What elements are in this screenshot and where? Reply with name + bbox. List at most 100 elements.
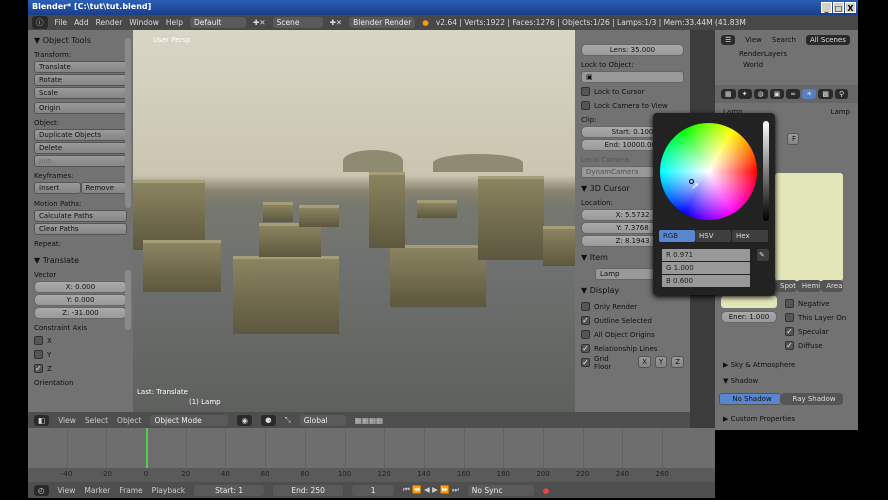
mode-select[interactable]: Object Mode bbox=[150, 414, 229, 426]
menu-marker[interactable]: Marker bbox=[84, 486, 110, 495]
menu-playback[interactable]: Playback bbox=[152, 486, 185, 495]
manipulator-icon[interactable]: ⤡ bbox=[285, 415, 291, 425]
negative-checkbox[interactable]: Negative bbox=[785, 298, 846, 309]
scrollbar[interactable] bbox=[125, 38, 131, 208]
join-button[interactable]: Join bbox=[34, 155, 127, 167]
grid-x-toggle[interactable]: X bbox=[638, 356, 651, 368]
menu-render[interactable]: Render bbox=[96, 18, 123, 27]
blue-field[interactable]: B 0.600 bbox=[662, 275, 750, 287]
panel-header-shadow[interactable]: ▼ Shadow bbox=[723, 377, 758, 385]
all-origins-checkbox[interactable]: All Object Origins bbox=[581, 329, 684, 340]
only-render-checkbox[interactable]: Only Render bbox=[581, 301, 684, 312]
translate-button[interactable]: Translate bbox=[34, 61, 127, 73]
world-tab-icon[interactable]: ◍ bbox=[753, 89, 768, 99]
insert-keyframe-button[interactable]: Insert bbox=[34, 182, 81, 194]
grid-floor-checkbox[interactable]: ✓ Grid Floor XYZ bbox=[581, 355, 684, 371]
outliner-editor-icon[interactable]: ☰ bbox=[721, 35, 736, 45]
editor-type-icon[interactable]: ◴ bbox=[34, 484, 49, 496]
hsv-mode-tab[interactable]: HSV bbox=[695, 230, 731, 242]
constraint-z-checkbox[interactable]: ✓ Z bbox=[34, 363, 127, 374]
record-icon[interactable]: ● bbox=[543, 486, 550, 495]
value-slider[interactable] bbox=[763, 121, 769, 221]
rgb-mode-tab[interactable]: RGB bbox=[659, 230, 695, 242]
start-frame-field[interactable]: Start: 1 bbox=[194, 484, 265, 496]
render-engine-select[interactable]: Blender Render bbox=[349, 17, 416, 28]
current-frame-field[interactable]: 1 bbox=[352, 484, 395, 496]
lamp-type-hemi[interactable]: Hemi bbox=[796, 280, 822, 292]
lamp-tab-icon[interactable]: ☀ bbox=[802, 89, 817, 99]
constraint-y-checkbox[interactable]: Y bbox=[34, 349, 127, 360]
constraint-tab-icon[interactable]: ∞ bbox=[786, 89, 801, 99]
outliner-view-menu[interactable]: View bbox=[745, 36, 762, 44]
orientation-select[interactable]: Global bbox=[299, 414, 346, 426]
layers-icon[interactable]: ▦▦▦▦ bbox=[355, 416, 383, 425]
remove-keyframe-button[interactable]: Remove bbox=[80, 182, 127, 194]
render-tab-icon[interactable]: ▦ bbox=[721, 89, 736, 99]
this-layer-checkbox[interactable]: This Layer On bbox=[785, 312, 846, 323]
delete-button[interactable]: Delete bbox=[34, 142, 127, 154]
timeline-ruler[interactable]: -40 -20 0 20 40 60 80 100 120 140 160 180 200 220 240 2… bbox=[28, 468, 715, 482]
grid-y-toggle[interactable]: Y bbox=[654, 356, 668, 368]
menu-help[interactable]: Help bbox=[166, 18, 183, 27]
hex-mode-tab[interactable]: Hex bbox=[732, 230, 768, 242]
current-frame-indicator[interactable] bbox=[146, 428, 148, 468]
outliner-filter-select[interactable]: All Scenes bbox=[805, 35, 850, 45]
eyedropper-icon[interactable]: ✎ bbox=[757, 249, 769, 261]
calculate-paths-button[interactable]: Calculate Paths bbox=[34, 210, 127, 222]
add-scene-icon[interactable]: ✚✕ bbox=[330, 18, 343, 27]
fake-user-button[interactable]: F bbox=[787, 133, 799, 145]
energy-field[interactable]: Ener: 1.000 bbox=[721, 311, 777, 323]
menu-object[interactable]: Object bbox=[117, 416, 141, 425]
relationship-lines-checkbox[interactable]: ✓ Relationship Lines bbox=[581, 343, 684, 354]
menu-file[interactable]: File bbox=[55, 18, 68, 27]
menu-view[interactable]: View bbox=[58, 486, 76, 495]
screen-layout-select[interactable]: Default bbox=[189, 17, 246, 28]
specular-checkbox[interactable]: ✓ Specular bbox=[785, 326, 846, 337]
shading-icon[interactable]: ◉ bbox=[237, 414, 253, 426]
panel-header-sky[interactable]: ▶ Sky & Atmosphere bbox=[723, 361, 795, 369]
clear-paths-button[interactable]: Clear Paths bbox=[34, 223, 127, 235]
green-field[interactable]: G 1.000 bbox=[662, 262, 750, 274]
menu-view[interactable]: View bbox=[58, 416, 76, 425]
lamp-type-spot[interactable]: Spot bbox=[775, 280, 797, 292]
scrollbar[interactable] bbox=[125, 270, 131, 330]
pivot-icon[interactable]: ⚈ bbox=[261, 414, 276, 426]
lock-camera-checkbox[interactable]: Lock Camera to View bbox=[581, 100, 684, 111]
outliner-search-menu[interactable]: Search bbox=[772, 36, 796, 44]
origin-button[interactable]: Origin bbox=[34, 102, 127, 114]
duplicate-button[interactable]: Duplicate Objects bbox=[34, 129, 127, 141]
outline-selected-checkbox[interactable]: ✓ Outline Selected bbox=[581, 315, 684, 326]
lock-object-field[interactable]: ▣ bbox=[581, 71, 684, 83]
menu-frame[interactable]: Frame bbox=[119, 486, 142, 495]
ray-shadow-button[interactable]: Ray Shadow bbox=[781, 393, 843, 405]
playback-controls[interactable]: ⏮ ⏪ ◀ ▶ ⏩ ⏭ bbox=[403, 485, 459, 495]
scene-tab-icon[interactable]: ✦ bbox=[737, 89, 752, 99]
add-screen-icon[interactable]: ✚✕ bbox=[253, 18, 266, 27]
editor-type-icon[interactable]: ◧ bbox=[34, 414, 50, 426]
lens-field[interactable]: Lens: 35.000 bbox=[581, 44, 684, 56]
maximize-button[interactable]: □ bbox=[833, 2, 844, 13]
close-button[interactable]: X bbox=[845, 2, 856, 13]
panel-header-translate[interactable]: ▼ Translate bbox=[34, 256, 127, 265]
scene-select[interactable]: Scene bbox=[272, 17, 323, 28]
lamp-color-swatch[interactable] bbox=[721, 296, 777, 308]
menu-select[interactable]: Select bbox=[85, 416, 108, 425]
timeline[interactable] bbox=[28, 428, 715, 468]
vector-x-field[interactable]: X: 0.000 bbox=[34, 281, 127, 293]
editor-type-icon[interactable]: ⓘ bbox=[32, 16, 48, 29]
rotate-button[interactable]: Rotate bbox=[34, 74, 127, 86]
menu-window[interactable]: Window bbox=[129, 18, 159, 27]
minimize-button[interactable]: _ bbox=[821, 2, 832, 13]
diffuse-checkbox[interactable]: ✓ Diffuse bbox=[785, 340, 846, 351]
vector-z-field[interactable]: Z: -31.000 bbox=[34, 307, 127, 319]
end-frame-field[interactable]: End: 250 bbox=[273, 484, 344, 496]
panel-header-custom-properties[interactable]: ▶ Custom Properties bbox=[723, 415, 795, 423]
physics-tab-icon[interactable]: ⚲ bbox=[834, 89, 849, 99]
texture-tab-icon[interactable]: ▩ bbox=[818, 89, 833, 99]
constraint-x-checkbox[interactable]: X bbox=[34, 335, 127, 346]
grid-z-toggle[interactable]: Z bbox=[671, 356, 684, 368]
lock-cursor-checkbox[interactable]: Lock to Cursor bbox=[581, 86, 684, 97]
scale-button[interactable]: Scale bbox=[34, 87, 127, 99]
panel-header-object-tools[interactable]: ▼ Object Tools bbox=[34, 36, 127, 45]
menu-add[interactable]: Add bbox=[74, 18, 89, 27]
